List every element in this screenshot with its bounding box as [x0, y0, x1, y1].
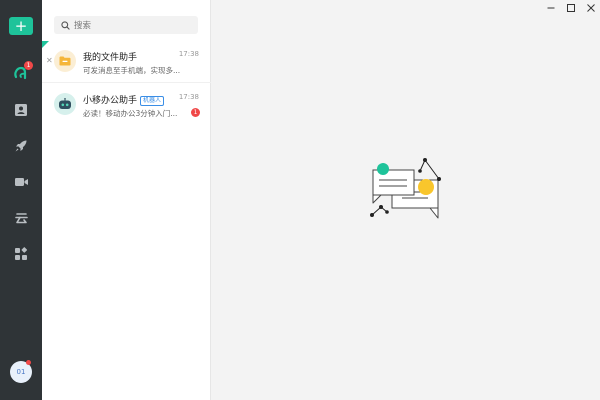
conversation-item-file-assistant[interactable]: ✕ 我的文件助手 17:38 可发消息至手机端，实现多... — [42, 41, 211, 83]
close-icon[interactable]: ✕ — [46, 56, 53, 65]
search-icon — [61, 20, 70, 30]
contacts-icon — [15, 104, 27, 116]
empty-state-illustration — [370, 158, 441, 219]
minimize-button[interactable] — [546, 3, 556, 13]
minimize-icon — [547, 7, 555, 9]
apps-icon — [15, 247, 28, 260]
rocket-icon — [15, 140, 27, 152]
robot-tag-badge: 机器人 — [140, 96, 165, 106]
conversation-avatar — [54, 50, 76, 72]
maximize-icon — [567, 4, 575, 12]
search-placeholder: 搜索 — [74, 21, 92, 31]
conversation-time: 17:38 — [178, 93, 199, 101]
cloud-icon — [14, 213, 28, 224]
conversation-preview: 可发消息至手机端，实现多... — [83, 66, 181, 75]
pinned-corner-marker — [42, 41, 49, 48]
conversation-title: 小移办公助手 机器人 — [83, 93, 165, 106]
left-nav-rail: + 1 01 — [0, 0, 42, 400]
conversation-title-text: 小移办公助手 — [83, 96, 138, 106]
nav-apps[interactable] — [11, 244, 31, 264]
chat-unread-badge: 1 — [24, 61, 33, 70]
nav-workbench[interactable] — [11, 136, 31, 156]
conversation-time: 17:38 — [178, 50, 199, 58]
nav-contacts[interactable] — [11, 100, 31, 120]
window-close-button[interactable] — [586, 3, 596, 13]
nav-meeting[interactable] — [11, 172, 31, 192]
conversation-panel: 搜索 ✕ 我的文件助手 17:38 可发消息至手机端，实现多... 小移办公助手… — [42, 0, 211, 400]
maximize-button[interactable] — [566, 3, 576, 13]
close-icon — [587, 4, 595, 12]
conversation-avatar — [54, 93, 76, 115]
video-icon — [14, 178, 28, 186]
avatar-status-dot — [26, 360, 31, 365]
search-input[interactable]: 搜索 — [54, 16, 198, 34]
conversation-title: 我的文件助手 — [83, 53, 138, 63]
conversation-item-office-assistant[interactable]: 小移办公助手 机器人 17:38 必读！移动办公3分钟入门... 1 — [42, 84, 211, 126]
folder-icon — [59, 56, 71, 66]
robot-icon — [59, 98, 71, 109]
add-button[interactable]: + — [9, 17, 33, 35]
nav-cloud[interactable] — [11, 208, 31, 228]
unread-count-badge: 1 — [191, 108, 200, 117]
conversation-preview: 必读！移动办公3分钟入门... — [83, 109, 178, 118]
